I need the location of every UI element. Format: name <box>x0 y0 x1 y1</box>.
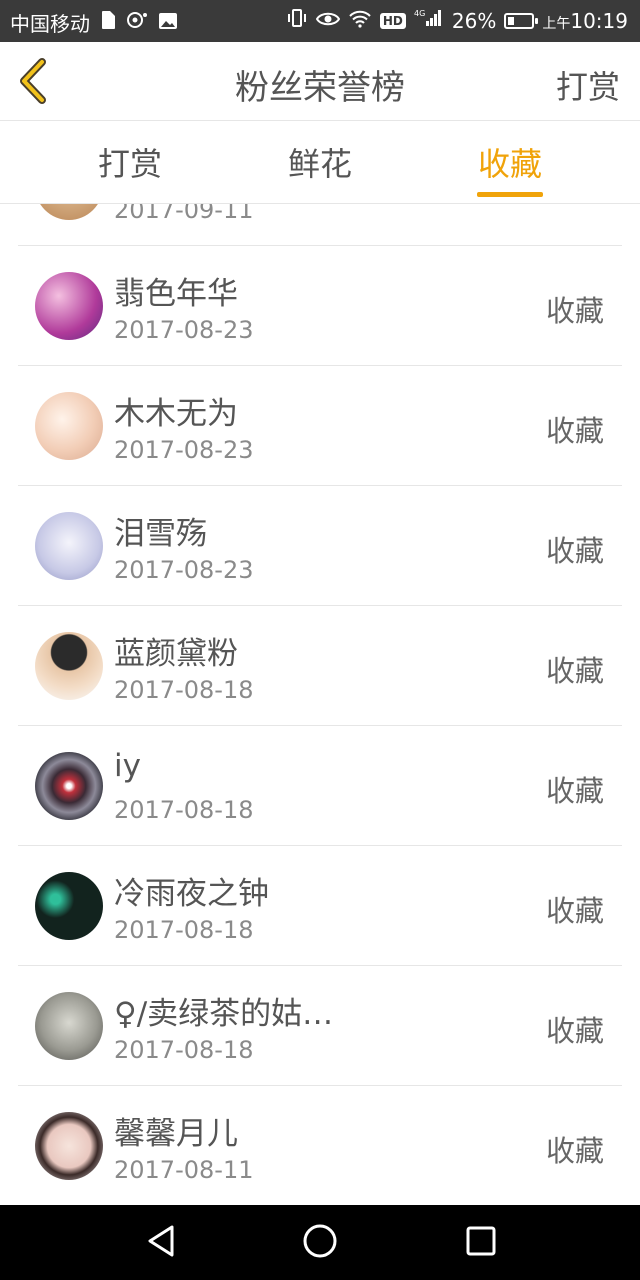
avatar <box>35 272 103 340</box>
list-item[interactable]: 翡色年华 2017-08-23 收藏 <box>18 246 622 366</box>
list-item-name: 冷雨夜之钟 <box>114 876 269 912</box>
list-item-name: ♀/卖绿茶的姑… <box>114 996 334 1032</box>
list-item-date: 2017-08-23 <box>114 436 254 464</box>
vibrate-icon <box>286 8 308 33</box>
list-item-action: 收藏 <box>545 654 604 688</box>
hotspot-icon <box>126 10 148 35</box>
app-header: 粉丝荣誉榜 打赏 <box>0 42 640 121</box>
fan-list[interactable]: 2017-09-11 翡色年华 2017-08-23 收藏 木木无为 2017-… <box>0 204 640 1204</box>
list-item[interactable]: 馨馨月儿 2017-08-11 收藏 <box>18 1086 622 1204</box>
status-bar-left: 中国移动 <box>10 8 178 37</box>
list-item-date: 2017-08-18 <box>114 676 254 704</box>
list-item-action: 收藏 <box>545 414 604 448</box>
signal-icon: 4G <box>414 8 444 33</box>
reward-button[interactable]: 打赏 <box>556 62 620 108</box>
list-item-date: 2017-08-18 <box>114 1036 254 1064</box>
avatar <box>35 872 103 940</box>
list-item-date: 2017-08-18 <box>114 916 254 944</box>
list-item-name: 馨馨月儿 <box>114 1116 238 1152</box>
list-item-partial[interactable]: 2017-09-11 <box>18 204 622 246</box>
list-item[interactable]: 冷雨夜之钟 2017-08-18 收藏 <box>18 846 622 966</box>
page-title: 粉丝荣誉榜 <box>235 68 405 108</box>
list-item[interactable]: iy 2017-08-18 收藏 <box>18 726 622 846</box>
image-icon <box>158 11 178 35</box>
list-item-date: 2017-08-11 <box>114 1156 254 1184</box>
recent-square-icon[interactable] <box>464 1223 498 1263</box>
list-item-action: 收藏 <box>545 1014 604 1048</box>
battery-percent: 26% <box>451 8 497 33</box>
status-bar: 中国移动 HD 4G 26% 上午10:19 <box>0 0 640 42</box>
system-nav-bar <box>0 1205 640 1280</box>
home-circle-icon[interactable] <box>302 1223 338 1263</box>
list-item-date: 2017-08-18 <box>114 796 254 824</box>
list-item-name: 翡色年华 <box>114 276 238 312</box>
list-item-action: 收藏 <box>545 294 604 328</box>
active-tab-indicator <box>477 192 543 197</box>
wifi-icon <box>348 9 372 33</box>
list-item[interactable]: ♀/卖绿茶的姑… 2017-08-18 收藏 <box>18 966 622 1086</box>
list-item-action: 收藏 <box>545 1134 604 1168</box>
list-item[interactable]: 蓝颜黛粉 2017-08-18 收藏 <box>18 606 622 726</box>
avatar <box>35 632 103 700</box>
hd-badge: HD <box>379 12 406 29</box>
avatar <box>35 1112 103 1180</box>
status-bar-right: HD 4G 26% 上午10:19 <box>286 8 628 33</box>
tab-bar: 打赏 鲜花 收藏 <box>0 121 640 204</box>
list-item[interactable]: 泪雪殇 2017-08-23 收藏 <box>18 486 622 606</box>
list-item-name: 泪雪殇 <box>114 516 207 552</box>
list-item-date: 2017-09-11 <box>114 204 254 224</box>
list-item-action: 收藏 <box>545 774 604 808</box>
back-triangle-icon[interactable] <box>144 1223 178 1263</box>
avatar <box>35 392 103 460</box>
list-item-name: 蓝颜黛粉 <box>114 636 238 672</box>
tab-reward[interactable]: 打赏 <box>70 139 190 185</box>
avatar <box>35 992 103 1060</box>
tab-flowers[interactable]: 鲜花 <box>260 139 380 185</box>
clock: 上午10:19 <box>542 8 628 33</box>
list-item-action: 收藏 <box>545 894 604 928</box>
list-item-date: 2017-08-23 <box>114 556 254 584</box>
sim-card-icon <box>100 10 116 35</box>
svg-text:4G: 4G <box>414 9 425 18</box>
battery-icon <box>504 12 539 29</box>
avatar <box>35 512 103 580</box>
list-item-name: 木木无为 <box>114 396 238 432</box>
avatar <box>35 752 103 820</box>
carrier-label: 中国移动 <box>10 12 90 36</box>
list-item-name: iy <box>114 748 141 784</box>
tab-favorites[interactable]: 收藏 <box>450 139 570 185</box>
list-item[interactable]: 木木无为 2017-08-23 收藏 <box>18 366 622 486</box>
list-item-action: 收藏 <box>545 534 604 568</box>
list-item-date: 2017-08-23 <box>114 316 254 344</box>
avatar <box>35 204 103 220</box>
eye-icon <box>315 9 341 33</box>
